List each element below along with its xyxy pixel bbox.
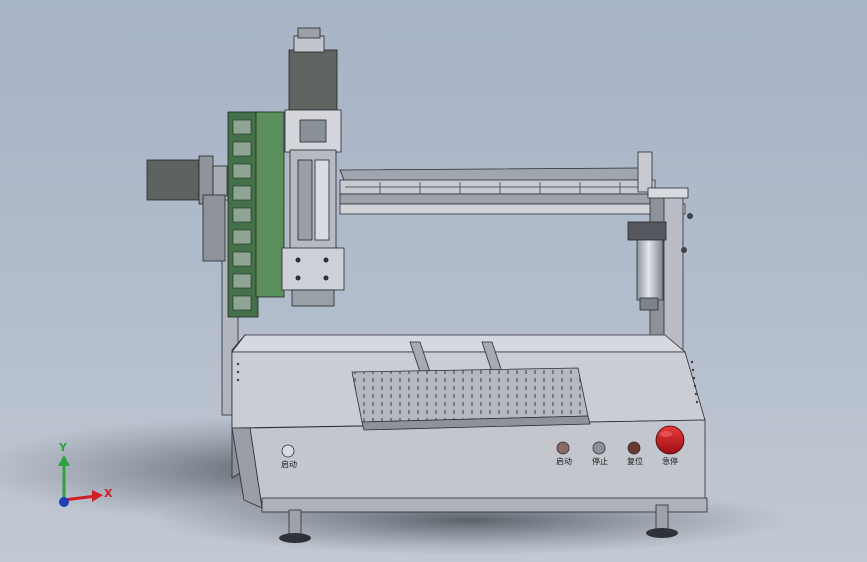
triad-x-label: X <box>104 487 113 500</box>
y-axis-motor[interactable] <box>146 155 228 262</box>
button-label-start: 启动 <box>556 457 572 466</box>
base-bottom-strip <box>261 497 708 513</box>
button-label-start-left: 启动 <box>281 460 297 469</box>
base-top <box>231 334 687 353</box>
pneumatic-cylinder[interactable] <box>627 221 667 311</box>
push-button-icon[interactable] <box>627 441 641 455</box>
work-plate[interactable] <box>351 367 591 431</box>
button-label-reset: 复位 <box>627 457 643 466</box>
push-button-icon[interactable] <box>281 444 295 458</box>
emergency-stop-icon[interactable] <box>655 425 685 455</box>
button-label-stop: 停止 <box>592 457 608 466</box>
model-viewport[interactable]: 启动 启动 停止 复位 急停 Y X <box>0 0 867 562</box>
z-axis-module[interactable] <box>281 27 345 307</box>
x-axis-beam[interactable] <box>339 167 686 215</box>
triad-y-label: Y <box>59 441 67 454</box>
button-label-emergency-stop: 急停 <box>662 457 678 466</box>
cable-drag-chain <box>227 111 285 318</box>
beam-end-cap <box>637 151 653 193</box>
model-canvas <box>0 27 790 555</box>
push-button-icon[interactable] <box>556 441 570 455</box>
push-button-icon[interactable] <box>592 441 606 455</box>
